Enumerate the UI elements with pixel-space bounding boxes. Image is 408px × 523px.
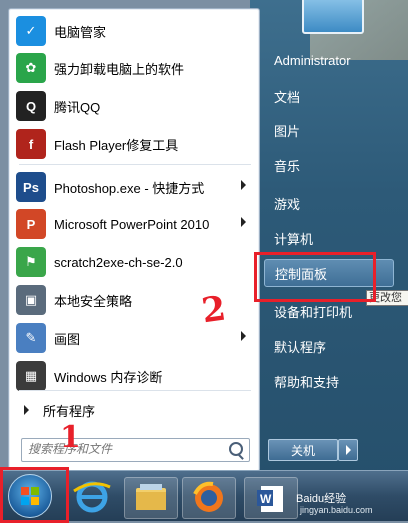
program-label: 强力卸载电脑上的软件	[54, 61, 185, 77]
menu-item-games[interactable]: 游戏	[264, 190, 392, 216]
user-picture[interactable]	[302, 0, 364, 34]
internet-explorer-icon[interactable]	[66, 477, 118, 517]
security-policy-icon: ▣	[16, 285, 46, 315]
menu-item-default-programs[interactable]: 默认程序	[264, 333, 392, 359]
user-name[interactable]: Administrator	[264, 47, 392, 73]
search-box[interactable]	[21, 438, 250, 462]
photoshop-icon: Ps	[16, 172, 46, 202]
shutdown-options-button[interactable]	[338, 439, 358, 461]
word-icon[interactable]: W	[244, 477, 298, 519]
flash-icon: f	[16, 129, 46, 159]
file-explorer-icon[interactable]	[124, 477, 178, 519]
separator	[19, 164, 251, 165]
program-item[interactable]: Q 腾讯QQ	[12, 88, 256, 124]
program-item[interactable]: ✓ 电脑管家	[12, 13, 256, 49]
separator	[19, 390, 251, 391]
program-label: 腾讯QQ	[54, 99, 101, 115]
memory-chip-icon: ▦	[16, 361, 46, 391]
qq-penguin-icon: Q	[16, 91, 46, 121]
program-label: Windows 内存诊断	[54, 369, 163, 385]
start-menu-programs-pane: ✓ 电脑管家 ✿ 强力卸载电脑上的软件 Q 腾讯QQ f Flash Player修复工具 Ps…	[8, 8, 260, 472]
menu-item-music[interactable]: 音乐	[264, 152, 392, 178]
colorful-flower-icon: ✿	[16, 53, 46, 83]
highlight-control-panel	[254, 252, 376, 302]
program-label: scratch2exe-ch-se-2.0	[54, 254, 183, 270]
watermark-url: jingyan.baidu.com	[300, 505, 373, 515]
program-item[interactable]: ▦ Windows 内存诊断	[12, 358, 256, 394]
svg-text:W: W	[260, 492, 272, 506]
program-item[interactable]: P Microsoft PowerPoint 2010	[12, 206, 256, 242]
submenu-arrow-icon[interactable]	[241, 180, 246, 190]
program-item[interactable]: ✿ 强力卸载电脑上的软件	[12, 50, 256, 86]
program-label: Microsoft PowerPoint 2010	[54, 216, 210, 232]
submenu-arrow-icon[interactable]	[241, 331, 246, 341]
program-label: 画图	[54, 331, 81, 347]
program-label: Flash Player修复工具	[54, 137, 179, 153]
program-label: 本地安全策略	[54, 293, 133, 309]
watermark: Baidu经验	[296, 493, 347, 505]
menu-item-pictures[interactable]: 图片	[264, 117, 392, 143]
program-item[interactable]: f Flash Player修复工具	[12, 126, 256, 162]
firefox-icon[interactable]	[182, 477, 236, 519]
paint-palette-icon: ✎	[16, 323, 46, 353]
all-programs-label: 所有程序	[43, 403, 96, 419]
program-label: 电脑管家	[54, 24, 107, 40]
search-input[interactable]	[22, 439, 218, 459]
annotation-one: 1	[60, 420, 81, 455]
search-icon[interactable]	[229, 442, 243, 456]
shield-icon: ✓	[16, 16, 46, 46]
all-programs-button[interactable]: 所有程序	[12, 398, 256, 422]
submenu-arrow-icon[interactable]	[241, 217, 246, 227]
program-item[interactable]: ⚑ scratch2exe-ch-se-2.0	[12, 244, 256, 280]
menu-item-computer[interactable]: 计算机	[264, 225, 392, 251]
program-item[interactable]: Ps Photoshop.exe - 快捷方式	[12, 169, 256, 205]
shutdown-button[interactable]: 关机	[268, 439, 338, 461]
triangle-right-icon	[24, 405, 29, 415]
program-label: Photoshop.exe - 快捷方式	[54, 180, 205, 196]
highlight-start-button	[0, 467, 69, 523]
menu-item-documents[interactable]: 文档	[264, 83, 392, 109]
green-flag-icon: ⚑	[16, 247, 46, 277]
powerpoint-icon: P	[16, 209, 46, 239]
menu-item-help-support[interactable]: 帮助和支持	[264, 368, 392, 394]
